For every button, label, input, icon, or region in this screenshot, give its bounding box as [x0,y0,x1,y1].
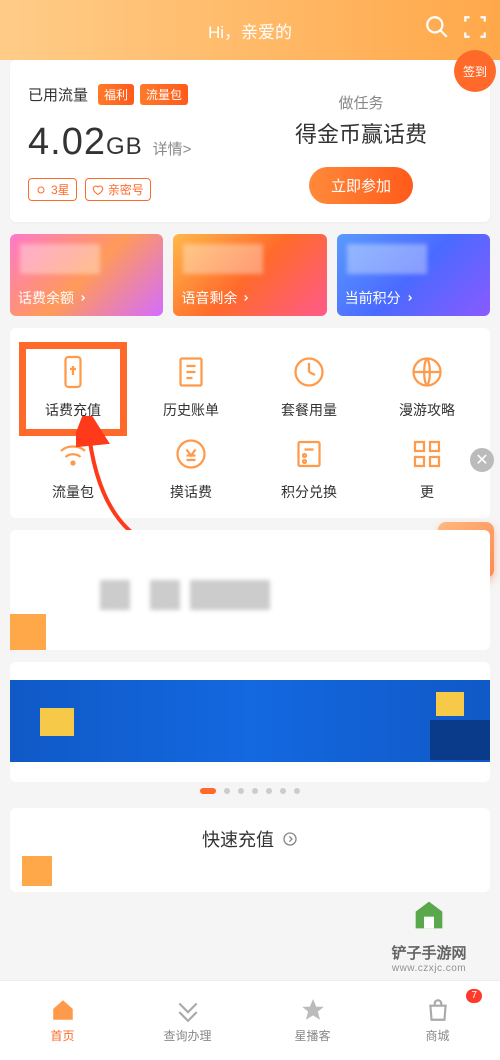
bill-history-icon [173,354,209,390]
grid-item-history[interactable]: 历史账单 [132,348,250,426]
benefit-tag[interactable]: 福利 [98,84,134,105]
header-greeting: Hi，亲爱的 [208,18,292,43]
data-pack-tag[interactable]: 流量包 [140,84,188,105]
quick-recharge-title: 快速充值 [202,826,274,852]
grid-item-redeem[interactable]: 积分兑换 [250,430,368,508]
carousel-dots [0,788,500,794]
redeem-icon [291,436,327,472]
watermark: 铲子手游网 www.czxjc.com [364,895,494,974]
search-icon[interactable] [424,14,450,40]
scan-icon[interactable] [462,14,488,40]
grid-item-touch-fee[interactable]: 摸话费 [132,430,250,508]
nav-query[interactable]: 查询办理 [125,981,250,1060]
bag-icon [425,997,451,1023]
star-badge[interactable]: 3星 [28,178,77,201]
promo-strip-1[interactable] [10,530,490,650]
usage-detail-link[interactable]: 详情> [153,138,192,159]
phone-recharge-icon [55,354,91,390]
roaming-icon [409,354,445,390]
more-grid-icon [409,436,445,472]
task-subtitle: 做任务 [259,92,463,113]
services-grid-card: 话费充值 历史账单 套餐用量 漫游攻略 流量包 摸话费 积分兑换 更 [10,328,490,518]
balance-card[interactable]: 话费余额 [10,234,163,316]
home-icon [50,997,76,1023]
coin-icon [173,436,209,472]
task-title: 得金币赢话费 [259,117,463,149]
close-icon[interactable]: ✕ [470,448,494,472]
nav-shop[interactable]: 商城 7 [375,981,500,1060]
voice-card[interactable]: 语音剩余 [173,234,326,316]
usage-meter-icon [291,354,327,390]
points-card[interactable]: 当前积分 [337,234,490,316]
query-icon [175,997,201,1023]
nav-home[interactable]: 首页 [0,981,125,1060]
chevron-right-icon [282,831,298,847]
join-button[interactable]: 立即参加 [309,167,413,204]
app-header: Hi，亲爱的 [0,0,500,60]
grid-item-usage[interactable]: 套餐用量 [250,348,368,426]
stats-row: 话费余额 语音剩余 当前积分 [10,234,490,316]
grid-item-more[interactable]: 更 [368,430,486,508]
quick-recharge-card[interactable]: 快速充值 [10,808,490,892]
grid-item-recharge[interactable]: 话费充值 [14,348,132,426]
wifi-icon [55,436,91,472]
star-icon [300,997,326,1023]
grid-item-data-pack[interactable]: 流量包 [14,430,132,508]
promo-banner[interactable] [10,662,490,782]
intimate-badge[interactable]: 亲密号 [85,178,151,201]
grid-item-roaming[interactable]: 漫游攻略 [368,348,486,426]
usage-value: 4.02GB [28,121,143,164]
nav-star[interactable]: 星播客 [250,981,375,1060]
nav-shop-badge: 7 [466,989,482,1003]
bottom-nav: 首页 查询办理 星播客 商城 7 [0,980,500,1060]
checkin-badge[interactable]: 签到 [454,50,496,92]
used-data-label: 已用流量 [28,84,88,105]
usage-card: 签到 已用流量 福利 流量包 4.02GB 详情> 3星 亲密号 做任务 得金币… [10,60,490,222]
